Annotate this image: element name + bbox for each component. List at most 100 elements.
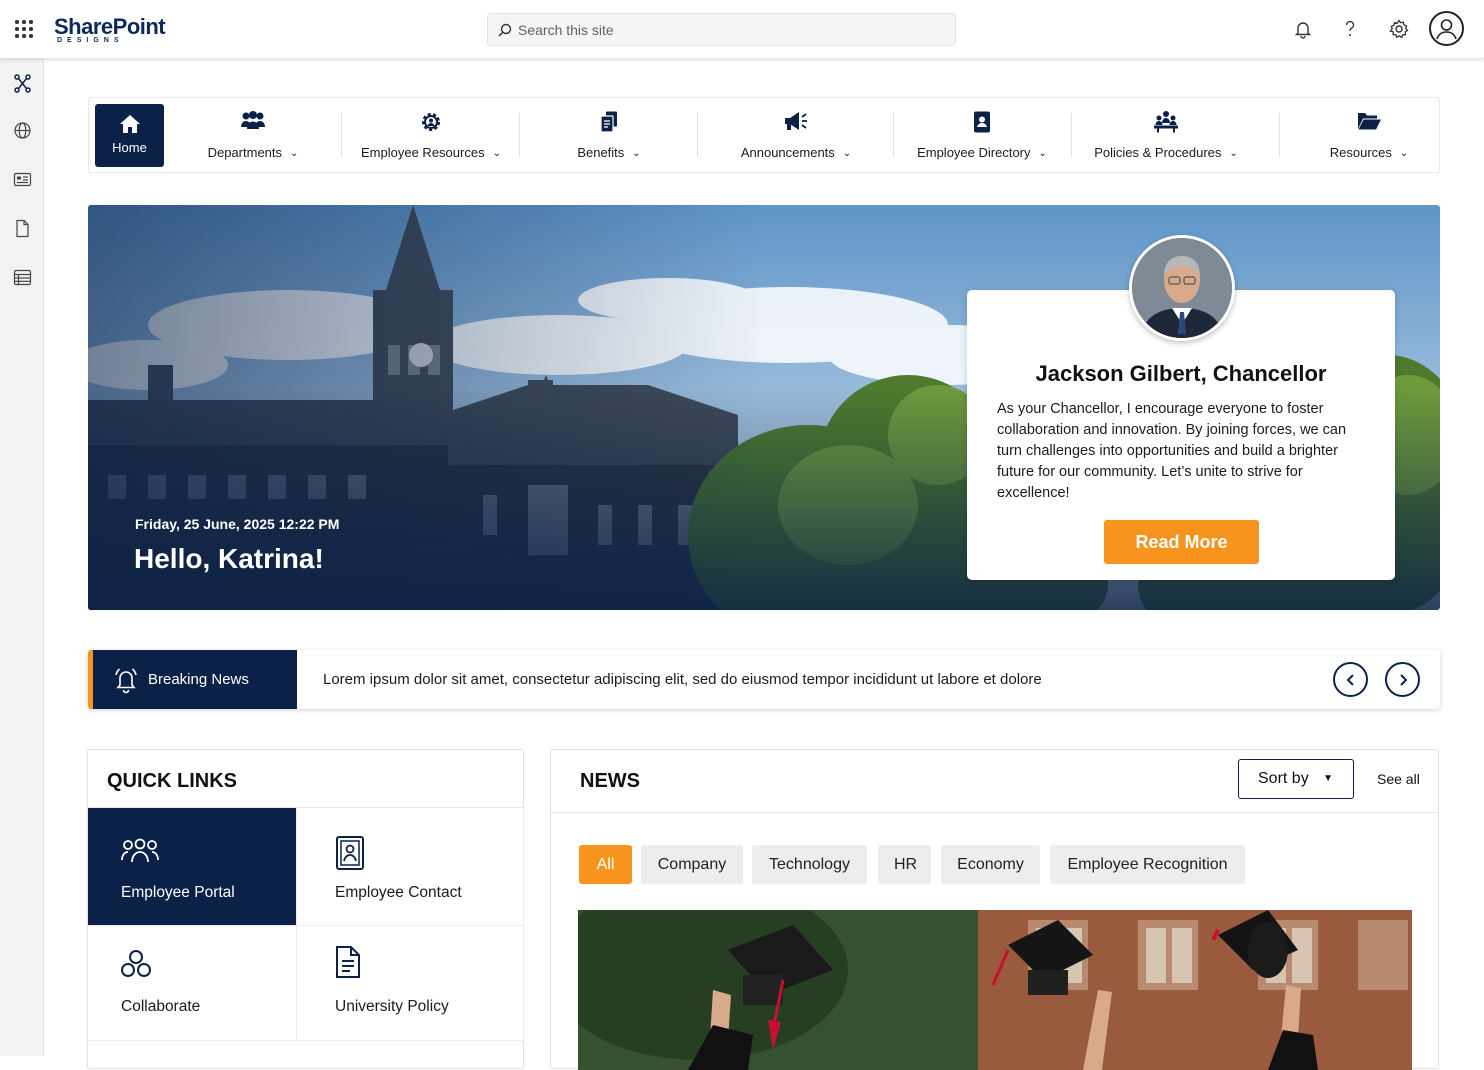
contact-card-icon bbox=[336, 836, 364, 870]
hero-banner: Friday, 25 June, 2025 12:22 PM Hello, Ka… bbox=[88, 205, 1440, 610]
nav-policies-label: Policies & Procedures bbox=[1094, 145, 1222, 160]
read-more-button[interactable]: Read More bbox=[1104, 520, 1259, 564]
nav-benefits-label: Benefits bbox=[577, 145, 625, 160]
chevron-down-icon: ⌄ bbox=[492, 148, 501, 159]
divider bbox=[551, 812, 1438, 813]
graduation-photo bbox=[578, 910, 1412, 1070]
nav-divider bbox=[697, 113, 698, 157]
chancellor-message: As your Chancellor, I encourage everyone… bbox=[997, 401, 1347, 501]
nav-policies-procedures[interactable]: Policies & Procedures ⌄ bbox=[1081, 98, 1251, 172]
nav-divider bbox=[1071, 113, 1072, 157]
help-icon[interactable] bbox=[1339, 18, 1361, 40]
chevron-down-icon: ⌄ bbox=[290, 148, 299, 159]
portrait-photo bbox=[1132, 238, 1232, 338]
quick-link-employee-portal[interactable]: Employee Portal bbox=[88, 808, 297, 926]
next-news-button[interactable] bbox=[1385, 662, 1420, 697]
breaking-news-bar: Breaking News Lorem ipsum dolor sit amet… bbox=[88, 650, 1440, 709]
contact-book-icon bbox=[974, 111, 990, 133]
breaking-news-text[interactable]: Lorem ipsum dolor sit amet, consectetur … bbox=[323, 671, 1042, 688]
nav-divider bbox=[341, 113, 342, 157]
filter-company[interactable]: Company bbox=[641, 845, 743, 884]
chevron-left-icon bbox=[1346, 674, 1354, 686]
quick-link-label: Employee Contact bbox=[335, 884, 462, 901]
logo-subtext: DESIGNS bbox=[57, 37, 124, 44]
folder-open-icon bbox=[1358, 113, 1381, 130]
quick-link-label: University Policy bbox=[335, 998, 449, 1015]
search-box[interactable] bbox=[487, 13, 956, 46]
nav-divider bbox=[519, 113, 520, 157]
globe-icon[interactable] bbox=[13, 121, 32, 140]
bell-icon[interactable] bbox=[1292, 18, 1314, 40]
nav-resources-label: Resources bbox=[1329, 145, 1392, 160]
nav-divider bbox=[893, 113, 894, 157]
hero-greeting: Hello, Katrina! bbox=[134, 543, 324, 574]
document-icon bbox=[336, 946, 360, 978]
meeting-icon bbox=[1154, 111, 1178, 133]
breaking-news-tag: Breaking News bbox=[88, 650, 297, 709]
nav-employee-directory-label: Employee Directory bbox=[917, 145, 1031, 160]
nav-employee-directory[interactable]: Employee Directory ⌄ bbox=[903, 98, 1061, 172]
user-avatar-button[interactable] bbox=[1429, 11, 1464, 46]
caret-down-icon: ▼ bbox=[1323, 773, 1333, 784]
file-icon[interactable] bbox=[13, 219, 32, 238]
news-featured-image[interactable] bbox=[578, 910, 1412, 1070]
chancellor-name: Jackson Gilbert, Chancellor bbox=[1035, 361, 1327, 386]
people-icon bbox=[121, 838, 159, 863]
documents-icon bbox=[600, 111, 617, 133]
person-icon bbox=[1436, 19, 1457, 40]
news-icon[interactable] bbox=[13, 170, 32, 189]
chevron-down-icon: ⌄ bbox=[1229, 148, 1238, 159]
search-icon bbox=[498, 23, 512, 37]
app-rail bbox=[0, 59, 44, 1056]
filter-economy[interactable]: Economy bbox=[941, 845, 1040, 884]
breaking-news-label: Breaking News bbox=[148, 671, 249, 688]
settings-gear-icon[interactable] bbox=[1388, 18, 1410, 40]
chevron-down-icon: ⌄ bbox=[1038, 148, 1047, 159]
see-all-link[interactable]: See all bbox=[1377, 771, 1420, 787]
site-logo[interactable]: SharePoint DESIGNS bbox=[54, 12, 174, 48]
nav-resources[interactable]: Resources ⌄ bbox=[1299, 98, 1439, 172]
people-group-icon bbox=[241, 111, 265, 129]
filter-employee-recognition[interactable]: Employee Recognition bbox=[1050, 845, 1245, 884]
chevron-right-icon bbox=[1400, 674, 1408, 686]
collaborate-icon bbox=[121, 950, 151, 977]
nav-divider bbox=[1279, 113, 1280, 157]
suite-bar: SharePoint DESIGNS bbox=[0, 0, 1484, 59]
quick-link-collaborate[interactable]: Collaborate bbox=[88, 926, 297, 1041]
app-launcher-icon[interactable] bbox=[14, 19, 34, 39]
gear-person-icon bbox=[422, 113, 440, 131]
nav-departments[interactable]: Departments ⌄ bbox=[179, 98, 327, 172]
bell-ring-icon bbox=[115, 668, 137, 694]
filter-technology[interactable]: Technology bbox=[752, 845, 867, 884]
nav-home[interactable]: Home bbox=[95, 104, 164, 167]
search-input[interactable] bbox=[518, 20, 938, 40]
nav-home-label: Home bbox=[112, 140, 147, 155]
list-icon[interactable] bbox=[13, 268, 32, 287]
chevron-down-icon: ⌄ bbox=[842, 148, 852, 159]
nav-employee-resources-label: Employee Resources bbox=[361, 145, 485, 160]
quick-link-university-policy[interactable]: University Policy bbox=[297, 926, 524, 1041]
news-title: NEWS bbox=[580, 770, 640, 792]
nav-announcements-label: Announcements bbox=[740, 145, 835, 160]
megaphone-icon bbox=[785, 112, 807, 130]
quick-links-panel: QUICK LINKS Employee Portal Employee Con… bbox=[87, 749, 524, 1069]
quick-links-title: QUICK LINKS bbox=[107, 770, 237, 792]
home-icon bbox=[119, 115, 140, 133]
quick-link-label: Employee Portal bbox=[121, 884, 235, 901]
sort-by-dropdown[interactable]: Sort by ▼ bbox=[1238, 759, 1354, 799]
filter-all[interactable]: All bbox=[579, 845, 632, 884]
nav-employee-resources[interactable]: Employee Resources ⌄ bbox=[351, 98, 511, 172]
filter-hr[interactable]: HR bbox=[878, 845, 931, 884]
nav-benefits[interactable]: Benefits ⌄ bbox=[529, 98, 689, 172]
chevron-down-icon: ⌄ bbox=[1399, 148, 1409, 159]
hero-date: Friday, 25 June, 2025 12:22 PM bbox=[135, 516, 340, 532]
quick-link-label: Collaborate bbox=[121, 998, 201, 1015]
quick-link-employee-contact[interactable]: Employee Contact bbox=[297, 808, 524, 926]
news-panel: NEWS Sort by ▼ See all All Company Techno… bbox=[550, 749, 1439, 1070]
chevron-down-icon: ⌄ bbox=[632, 148, 641, 159]
mega-menu: Home Departments ⌄ Employee Resources ⌄ Be… bbox=[88, 97, 1440, 173]
nav-announcements[interactable]: Announcements ⌄ bbox=[707, 98, 885, 172]
sharepoint-hub-icon[interactable] bbox=[13, 74, 32, 93]
chancellor-portrait bbox=[1129, 235, 1235, 341]
prev-news-button[interactable] bbox=[1333, 662, 1368, 697]
